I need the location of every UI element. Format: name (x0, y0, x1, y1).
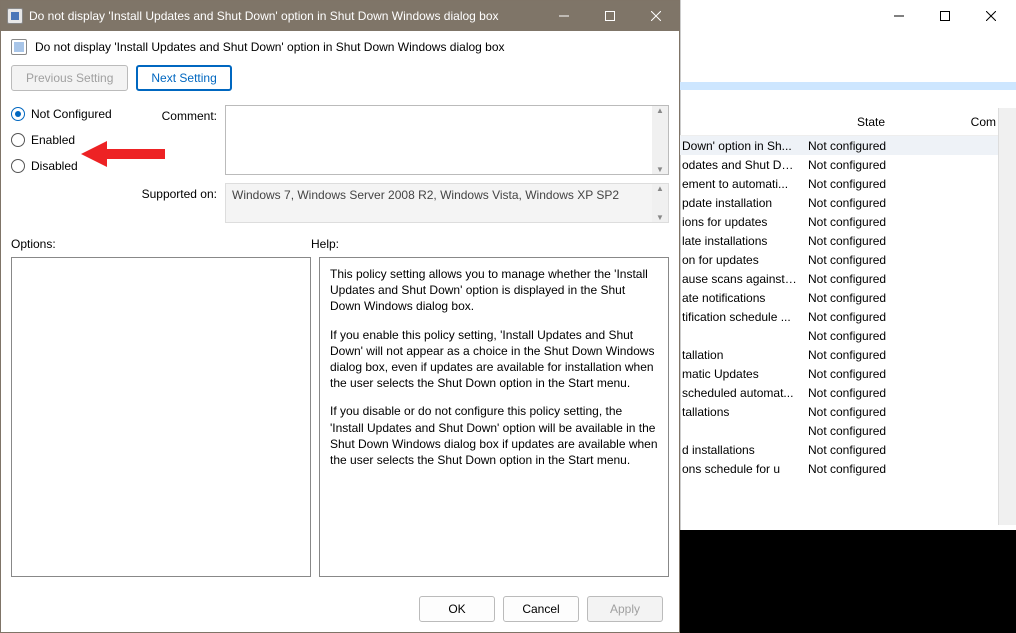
policy-icon (11, 39, 27, 55)
list-item[interactable]: ause scans against ...Not configuredN (680, 269, 1016, 288)
cell-state: Not configured (798, 367, 958, 381)
list-header: State Com (680, 108, 1016, 136)
list-item[interactable]: ement to automati...Not configuredN (680, 174, 1016, 193)
radio-enabled[interactable]: Enabled (11, 133, 121, 147)
cell-setting: late installations (682, 234, 798, 248)
help-label: Help: (311, 237, 339, 251)
list-item[interactable]: Not configuredN (680, 421, 1016, 440)
cell-setting: ate notifications (682, 291, 798, 305)
cell-setting: matic Updates (682, 367, 798, 381)
list-item[interactable]: late installationsNot configuredN (680, 231, 1016, 250)
cell-state: Not configured (798, 253, 958, 267)
list-item[interactable]: scheduled automat...Not configuredN (680, 383, 1016, 402)
comment-label: Comment: (137, 105, 217, 123)
list-item[interactable]: odates and Shut Do...Not configuredN (680, 155, 1016, 174)
cell-setting: ause scans against ... (682, 272, 798, 286)
vertical-scrollbar[interactable] (998, 108, 1016, 525)
list-item[interactable]: Down' option in Sh...Not configuredN (680, 136, 1016, 155)
cell-state: Not configured (798, 158, 958, 172)
cell-state: Not configured (798, 177, 958, 191)
help-paragraph: If you disable or do not configure this … (330, 403, 658, 468)
cell-setting: tification schedule ... (682, 310, 798, 324)
list-item[interactable]: ons schedule for uNot configuredN (680, 459, 1016, 478)
list-item[interactable]: d installationsNot configuredN (680, 440, 1016, 459)
parent-maximize-button[interactable] (922, 0, 968, 32)
supported-on-label: Supported on: (137, 183, 217, 201)
help-paragraph: If you enable this policy setting, 'Inst… (330, 327, 658, 392)
cell-setting: on for updates (682, 253, 798, 267)
maximize-button[interactable] (587, 1, 633, 31)
cell-setting: ons schedule for u (682, 462, 798, 476)
cell-setting: d installations (682, 443, 798, 457)
cancel-button[interactable]: Cancel (503, 596, 579, 622)
list-item[interactable]: matic UpdatesNot configuredN (680, 364, 1016, 383)
ok-button[interactable]: OK (419, 596, 495, 622)
cell-state: Not configured (798, 196, 958, 210)
apply-button: Apply (587, 596, 663, 622)
cell-setting: tallation (682, 348, 798, 362)
cell-state: Not configured (798, 272, 958, 286)
cell-state: Not configured (798, 462, 958, 476)
radio-disabled[interactable]: Disabled (11, 159, 121, 173)
supported-on-text: Windows 7, Windows Server 2008 R2, Windo… (225, 183, 669, 223)
cell-setting: ions for updates (682, 215, 798, 229)
help-paragraph: This policy setting allows you to manage… (330, 266, 658, 315)
cell-state: Not configured (798, 329, 958, 343)
list-item[interactable]: tallationNot configuredN (680, 345, 1016, 364)
dialog-titlebar[interactable]: Do not display 'Install Updates and Shut… (1, 1, 679, 31)
cell-state: Not configured (798, 424, 958, 438)
radio-icon (11, 133, 25, 147)
cell-state: Not configured (798, 234, 958, 248)
close-button[interactable] (633, 1, 679, 31)
background-black-area (680, 530, 1016, 633)
cell-setting: scheduled automat... (682, 386, 798, 400)
list-item[interactable]: ate notificationsNot configuredN (680, 288, 1016, 307)
parent-minimize-button[interactable] (876, 0, 922, 32)
cell-state: Not configured (798, 310, 958, 324)
cell-state: Not configured (798, 215, 958, 229)
column-state[interactable]: State (796, 115, 946, 129)
minimize-button[interactable] (541, 1, 587, 31)
list-item[interactable]: Not configuredN (680, 326, 1016, 345)
list-item[interactable]: pdate installationNot configuredN (680, 193, 1016, 212)
radio-icon (11, 159, 25, 173)
policy-setting-dialog: Do not display 'Install Updates and Shut… (0, 0, 680, 633)
policy-window-icon (7, 8, 23, 24)
parent-close-button[interactable] (968, 0, 1014, 32)
next-setting-button[interactable]: Next Setting (136, 65, 231, 91)
help-pane: This policy setting allows you to manage… (319, 257, 669, 577)
supported-on-value: Windows 7, Windows Server 2008 R2, Windo… (232, 188, 619, 202)
cell-state: Not configured (798, 348, 958, 362)
cell-state: Not configured (798, 405, 958, 419)
previous-setting-button: Previous Setting (11, 65, 128, 91)
parent-titlebar (681, 0, 1016, 32)
cell-state: Not configured (798, 291, 958, 305)
cell-setting: pdate installation (682, 196, 798, 210)
list-item[interactable]: tification schedule ...Not configuredN (680, 307, 1016, 326)
policy-title: Do not display 'Install Updates and Shut… (35, 40, 505, 54)
radio-icon (11, 107, 25, 121)
list-item[interactable]: tallationsNot configuredN (680, 402, 1016, 421)
cell-setting: tallations (682, 405, 798, 419)
options-label: Options: (11, 237, 311, 251)
comment-scrollbar[interactable]: ▲▼ (652, 106, 668, 174)
cell-state: Not configured (798, 386, 958, 400)
cell-state: Not configured (798, 443, 958, 457)
options-pane (11, 257, 311, 577)
list-item[interactable]: ions for updatesNot configuredN (680, 212, 1016, 231)
policy-list: State Com Down' option in Sh...Not confi… (680, 108, 1016, 525)
list-item[interactable]: on for updatesNot configuredN (680, 250, 1016, 269)
dialog-title: Do not display 'Install Updates and Shut… (29, 9, 541, 23)
radio-not-configured[interactable]: Not Configured (11, 107, 121, 121)
radio-label: Enabled (31, 133, 75, 147)
supported-scrollbar[interactable]: ▲▼ (652, 184, 668, 222)
cell-setting: Down' option in Sh... (682, 139, 798, 153)
cell-setting: odates and Shut Do... (682, 158, 798, 172)
cell-setting: ement to automati... (682, 177, 798, 191)
radio-label: Disabled (31, 159, 78, 173)
comment-textarea[interactable]: ▲▼ (225, 105, 669, 175)
radio-label: Not Configured (31, 107, 112, 121)
selection-bar (680, 82, 1016, 90)
cell-state: Not configured (798, 139, 958, 153)
